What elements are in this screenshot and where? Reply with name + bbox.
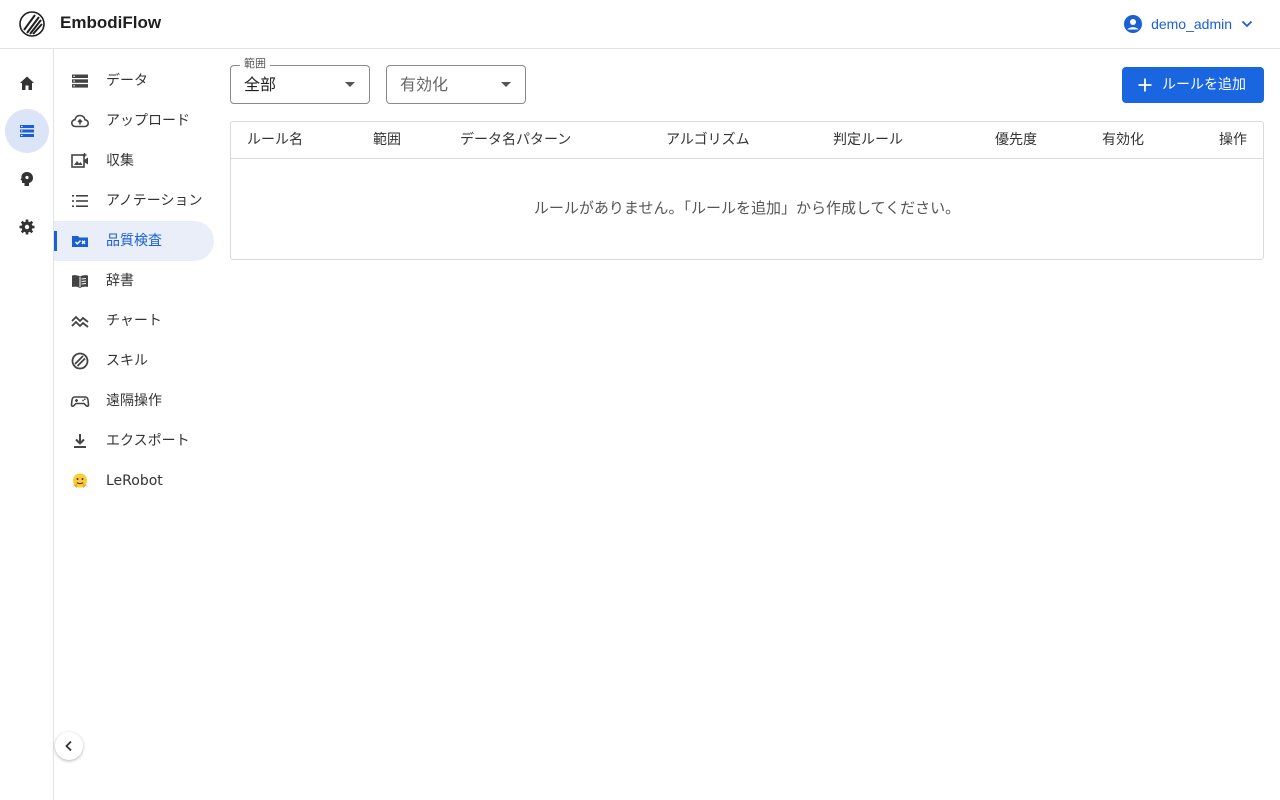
app-title: EmbodiFlow [60,13,162,32]
app-logo-icon[interactable] [19,11,45,37]
sidebar-item-quality-check[interactable]: 品質検査 [54,221,214,261]
app-header: EmbodiFlow demo_admin [0,0,1280,49]
column-header-priority[interactable]: 優先度 [995,131,1037,149]
sidebar-item-label: LeRobot [106,473,163,489]
gamepad-icon [70,391,90,411]
sidebar-item-label: 収集 [106,153,134,169]
enabled-select[interactable]: 有効化 [386,65,526,104]
column-header-scope[interactable]: 範囲 [373,131,401,149]
sidebar-item-label: スキル [106,353,148,369]
sidebar-item-skill[interactable]: スキル [54,341,214,381]
dropdown-arrow-icon [501,82,511,87]
sidebar-item-collect[interactable]: 収集 [54,141,214,181]
sidebar-item-upload[interactable]: アップロード [54,101,214,141]
sidebar-item-label: 品質検査 [106,233,162,249]
rail-data-button[interactable] [5,109,49,153]
column-header-algorithm[interactable]: アルゴリズム [666,131,750,149]
sidebar-item-annotation[interactable]: アノテーション [54,181,214,221]
rules-table: ルール名 範囲 データ名パターン アルゴリズム 判定ルール 優先度 有効化 操作… [230,121,1264,260]
sidebar-item-label: アノテーション [106,193,203,209]
rail-settings-button[interactable] [5,205,49,249]
storage-icon [20,125,34,137]
sidebar-item-label: 辞書 [106,273,134,289]
column-header-actions[interactable]: 操作 [1219,131,1247,149]
chart-line-icon [70,311,90,331]
rail-home-button[interactable] [5,61,49,105]
scope-select-value: 全部 [244,75,277,94]
sidebar-item-label: エクスポート [106,433,190,449]
sidebar-item-teleop[interactable]: 遠隔操作 [54,381,214,421]
sidebar-item-data[interactable]: データ [54,61,214,101]
scope-select-label: 範囲 [240,57,270,71]
cloud-upload-icon [70,111,90,131]
home-icon [20,76,34,90]
chevron-down-icon [1241,20,1253,28]
storage-icon [70,71,90,91]
plus-icon [1138,78,1152,92]
sidebar-item-chart[interactable]: チャート [54,301,214,341]
sidebar-item-label: アップロード [106,113,190,129]
icon-rail [0,49,54,800]
sidebar-item-label: データ [106,73,148,89]
chevron-left-icon [65,740,72,752]
sidebar-collapse-button[interactable] [55,732,83,760]
account-circle-icon [1124,15,1143,33]
video-add-icon [70,151,90,171]
sidebar-item-dictionary[interactable]: 辞書 [54,261,214,301]
add-rule-button-label: ルールを追加 [1162,77,1246,93]
hugging-face-icon [70,471,90,491]
enabled-select-placeholder: 有効化 [400,75,449,94]
sidebar-item-lerobot[interactable]: LeRobot [54,461,214,501]
user-name: demo_admin [1151,16,1232,32]
column-header-rule-name[interactable]: ルール名 [247,131,303,149]
column-header-judgment-rule[interactable]: 判定ルール [833,131,903,149]
sidebar-nav: データ アップロード 収集 アノテーション 品質検査 辞書 チャート スキル 遠… [54,49,220,800]
rail-model-button[interactable] [5,157,49,201]
dropdown-arrow-icon [345,82,355,87]
skill-icon [70,351,90,371]
empty-state-message: ルールがありません。「ルールを追加」から作成してください。 [533,199,961,217]
sidebar-item-label: 遠隔操作 [106,393,162,409]
sidebar-item-export[interactable]: エクスポート [54,421,214,461]
list-icon [70,191,90,211]
brain-icon [20,172,33,186]
download-icon [70,431,90,451]
sidebar-item-label: チャート [106,313,162,329]
column-header-enabled[interactable]: 有効化 [1102,131,1144,149]
book-icon [70,271,90,291]
scope-select[interactable]: 範囲 全部 [230,57,370,104]
folder-check-icon [70,231,90,251]
add-rule-button[interactable]: ルールを追加 [1122,67,1264,103]
column-header-data-name-pattern[interactable]: データ名パターン [460,131,571,149]
table-header: ルール名 範囲 データ名パターン アルゴリズム 判定ルール 優先度 有効化 操作 [231,122,1263,159]
gear-icon [19,219,35,235]
user-menu[interactable]: demo_admin [1123,12,1256,36]
